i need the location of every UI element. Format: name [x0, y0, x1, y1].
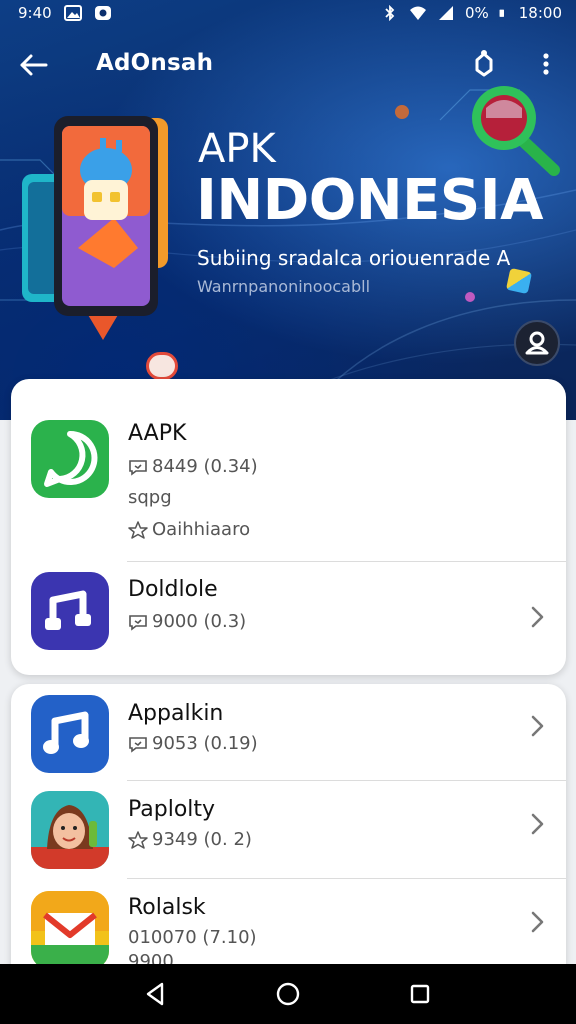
hero-subtitle-secondary: Wanrnpanoninoocabll — [197, 277, 371, 296]
audio-app-icon — [31, 572, 109, 650]
status-time: 9:40 — [18, 4, 52, 22]
app-meta: 9000 (0.3) — [128, 611, 246, 632]
wifi-icon — [409, 6, 426, 20]
bluetooth-icon — [385, 5, 395, 21]
chevron-right-icon — [531, 813, 544, 835]
decor-cube — [505, 267, 533, 295]
app-name: AAPK — [128, 421, 187, 446]
app-rating: 9000 (0.3) — [152, 611, 247, 632]
status-clock: 18:00 — [518, 4, 562, 22]
nav-recents-icon[interactable] — [406, 980, 434, 1008]
status-bar: 9:40 0% 18:00 — [0, 0, 576, 26]
decor-dot — [465, 292, 475, 302]
arrow-left-icon — [20, 54, 48, 76]
decor-dot — [395, 105, 409, 119]
mail-app-icon — [31, 891, 109, 969]
app-meta: 010070 (7.10) — [128, 927, 257, 948]
phone-illustration — [22, 116, 168, 340]
magnifier-illustration — [472, 86, 560, 176]
app-toolbar: AdOnsah — [0, 40, 576, 88]
character-app-icon — [31, 791, 109, 869]
app-rating: 010070 (7.10) — [128, 927, 257, 948]
star-icon — [128, 830, 148, 849]
gallery-icon — [63, 5, 82, 21]
app-meta: 9349 (0. 2) — [128, 829, 252, 850]
star-icon — [128, 520, 148, 539]
app-rating: 8449 (0.34) — [152, 456, 258, 477]
chevron-right-icon — [531, 606, 544, 628]
nav-home-icon[interactable] — [274, 980, 302, 1008]
whatsapp-app-icon — [31, 420, 109, 498]
person-icon — [525, 331, 549, 355]
list-item-app[interactable]: Paplolty 9349 (0. 2) — [11, 781, 566, 879]
list-item-app[interactable]: Appalkin 9053 (0.19) — [11, 684, 566, 781]
signal-icon — [438, 6, 453, 20]
share-icon — [475, 50, 493, 77]
app-meta: 9053 (0.19) — [128, 733, 258, 754]
app-name: Paplolty — [128, 797, 216, 822]
music-app-icon — [31, 695, 109, 773]
nav-back-icon[interactable] — [142, 980, 170, 1008]
share-button[interactable] — [468, 48, 500, 80]
chevron-right-icon — [531, 911, 544, 933]
battery-icon — [499, 9, 504, 17]
list-item-app[interactable]: AAPK 8449 (0.34) sqpg Oaihhiaaro — [11, 379, 566, 562]
app-name: Doldlole — [128, 577, 218, 602]
hero-subtitle: Subiing sradalca oriouenrade A — [197, 246, 511, 270]
app-list-card-featured: AAPK 8449 (0.34) sqpg Oaihhiaaro Doldlol… — [11, 379, 566, 675]
chevron-right-icon — [531, 715, 544, 737]
heart-chat-icon — [129, 459, 147, 476]
profile-button[interactable] — [514, 320, 560, 366]
app-name: Appalkin — [128, 701, 224, 726]
notification-app-icon — [94, 6, 111, 20]
hero-title-small: APK — [198, 126, 276, 172]
app-name: Rolalsk — [128, 895, 206, 920]
app-rating: 9349 (0. 2) — [152, 829, 252, 850]
toolbar-title: AdOnsah — [96, 50, 214, 76]
decor-badge — [146, 352, 178, 380]
system-navigation-bar — [0, 964, 576, 1024]
app-meta: 8449 (0.34) — [128, 456, 258, 477]
app-developer-name: Oaihhiaaro — [152, 519, 251, 540]
heart-chat-icon — [129, 614, 147, 631]
more-vert-icon — [543, 53, 549, 75]
app-rating: 9053 (0.19) — [152, 733, 258, 754]
app-developer: Oaihhiaaro — [128, 519, 250, 540]
battery-percent: 0% — [464, 4, 489, 22]
app-category: sqpg — [128, 487, 172, 508]
more-options-button[interactable] — [530, 48, 562, 80]
app-list-card: Appalkin 9053 (0.19) Paplolty 9349 (0. 2… — [11, 684, 566, 984]
back-button[interactable] — [16, 48, 50, 82]
list-item-app[interactable]: Doldlole 9000 (0.3) — [11, 562, 566, 675]
hero-title: INDONESIA — [196, 168, 543, 233]
heart-chat-icon — [129, 736, 147, 753]
